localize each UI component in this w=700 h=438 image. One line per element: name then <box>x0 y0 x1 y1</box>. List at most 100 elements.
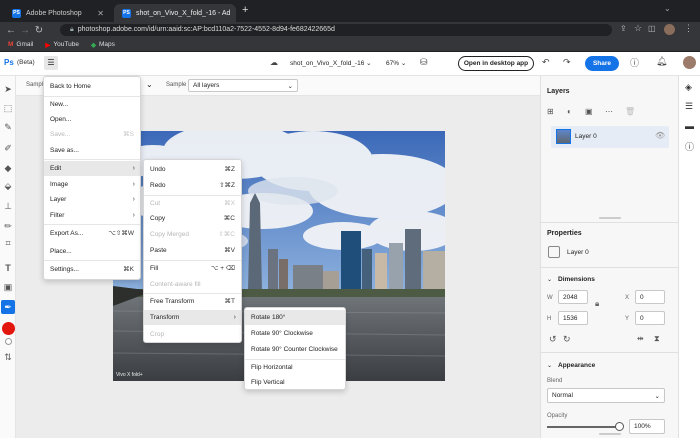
panel-resize-handle[interactable] <box>599 433 621 435</box>
user-avatar[interactable] <box>683 56 696 69</box>
menu-item-back-to-home[interactable]: Back to Home <box>44 79 140 94</box>
menu-item-paste[interactable]: Paste ⌘V <box>144 243 241 258</box>
reload-icon[interactable]: ↻ <box>32 25 46 36</box>
menu-item-fill[interactable]: Fill ⌥ + ⌫ <box>144 261 241 276</box>
menu-item-copy[interactable]: Copy ⌘C <box>144 211 241 226</box>
menu-item-export-as[interactable]: Export As... ⌥⇧⌘W <box>44 226 140 241</box>
menu-item-save[interactable]: Save... ⌘S <box>44 127 140 142</box>
menu-item-layer[interactable]: Layer › <box>44 192 140 207</box>
menu-item-image[interactable]: Image › <box>44 177 140 192</box>
document-title[interactable]: shot_on_Vivo_X_fold_-16 ⌄ <box>290 59 372 67</box>
flip-horizontal-icon[interactable]: ⇹ <box>637 334 644 343</box>
forward-arrow-icon[interactable]: → <box>18 25 32 36</box>
menu-item-content-aware-fill[interactable]: Content-aware fill <box>144 277 241 292</box>
height-field[interactable]: 1536 <box>558 311 588 325</box>
menu-item-transform[interactable]: Transform › <box>144 310 241 325</box>
profile-avatar[interactable] <box>664 24 675 35</box>
menu-item-new[interactable]: New... <box>44 97 140 112</box>
crop-icon[interactable]: ⌗ <box>3 238 13 248</box>
menu-item-cut[interactable]: Cut ⌘X <box>144 196 241 211</box>
share-page-icon[interactable]: ⇪ <box>620 24 627 33</box>
eraser-icon[interactable]: ◆ <box>3 163 13 173</box>
main-menu-icon[interactable]: ☰ <box>44 56 58 70</box>
menu-item-rotate-90-ccw[interactable]: Rotate 90° Counter Clockwise <box>245 342 345 357</box>
menu-item-place[interactable]: Place... <box>44 244 140 259</box>
link-lock-icon[interactable]: 🔒︎ <box>595 299 599 309</box>
sample-dropdown[interactable]: All layers ⌄ <box>188 79 298 92</box>
menu-item-edit[interactable]: Edit › <box>44 161 140 176</box>
menu-item-flip-horizontal[interactable]: Flip Horizontal <box>245 360 345 375</box>
close-icon[interactable]: ✕ <box>235 9 236 18</box>
bookmark-gmail[interactable]: M Gmail <box>8 41 33 48</box>
zoom-dropdown[interactable]: 67% ⌄ <box>386 59 406 67</box>
select-tool-icon[interactable]: ⬚ <box>3 103 13 113</box>
comments-icon[interactable]: ▬ <box>685 121 694 131</box>
menu-item-flip-vertical[interactable]: Flip Vertical <box>245 375 345 390</box>
new-tab-button[interactable]: + <box>242 4 248 16</box>
eyedropper-icon[interactable]: ✒ <box>1 300 15 314</box>
chrome-menu-icon[interactable]: ⋮ <box>684 23 693 34</box>
redo-icon[interactable]: ↷ <box>563 57 571 68</box>
y-field[interactable]: 0 <box>635 311 665 325</box>
browser-tab-active[interactable]: PS shot_on_Vivo_X_fold_-16 - Ad ✕ <box>114 4 236 22</box>
clone-stamp-icon[interactable]: ⊥ <box>3 201 13 211</box>
mask-icon[interactable]: ▣ <box>585 107 593 116</box>
extensions-icon[interactable]: ◫ <box>648 24 656 33</box>
opacity-slider-track[interactable] <box>547 426 619 428</box>
menu-item-undo[interactable]: Undo ⌘Z <box>144 162 241 177</box>
more-options-icon[interactable]: ⋯ <box>605 107 613 116</box>
undo-icon[interactable]: ↶ <box>542 57 550 68</box>
menu-item-free-transform[interactable]: Free Transform ⌘T <box>144 294 241 309</box>
back-arrow-icon[interactable]: ← <box>4 25 18 36</box>
adjustments-icon[interactable]: ☰ <box>685 101 693 112</box>
menu-item-rotate-90-cw[interactable]: Rotate 90° Clockwise <box>245 326 345 341</box>
tab-search-icon[interactable]: ⌄ <box>664 4 671 13</box>
flip-vertical-icon[interactable]: ⧗ <box>654 334 660 344</box>
rotate-right-icon[interactable]: ↻ <box>563 334 571 345</box>
panel-resize-handle[interactable] <box>599 217 621 219</box>
menu-item-filter[interactable]: Filter › <box>44 208 140 223</box>
healing-brush-icon[interactable]: ✐ <box>3 143 13 153</box>
notifications-icon[interactable]: 🔔︎ <box>656 56 667 67</box>
menu-item-crop[interactable]: Crop <box>144 327 241 342</box>
type-tool-icon[interactable]: T <box>3 263 13 273</box>
share-button[interactable]: Share <box>585 56 619 71</box>
browser-tab[interactable]: PS Adobe Photoshop ✕ <box>4 4 112 22</box>
shape-tool-icon[interactable]: ▣ <box>3 282 13 292</box>
paint-bucket-icon[interactable]: ⬙ <box>3 181 13 191</box>
brush-icon[interactable]: ✏ <box>3 221 13 231</box>
layer-row[interactable]: Layer 0 👁︎ <box>551 126 669 148</box>
add-layer-icon[interactable]: ⊞ <box>547 107 554 116</box>
close-icon[interactable]: ✕ <box>97 9 104 18</box>
chevron-down-icon[interactable]: ⌄ <box>547 362 552 369</box>
menu-item-rotate-180[interactable]: Rotate 180° <box>245 310 345 325</box>
adjustment-layer-icon[interactable]: ◐ <box>567 107 572 116</box>
address-bar[interactable]: 🔒︎ photoshop.adobe.com/id/urn:aaid:sc:AP:… <box>60 24 612 36</box>
menu-item-save-as[interactable]: Save as... <box>44 143 140 158</box>
menu-item-settings[interactable]: Settings... ⌘K <box>44 262 140 277</box>
menu-item-open[interactable]: Open... <box>44 112 140 127</box>
swap-colors-icon[interactable]: ⇅ <box>3 352 13 362</box>
layers-panel-icon[interactable]: ◈ <box>685 82 692 93</box>
foreground-color-swatch[interactable] <box>2 322 15 335</box>
background-color-swatch[interactable] <box>5 338 12 345</box>
quick-select-icon[interactable]: ✎ <box>3 122 13 132</box>
x-field[interactable]: 0 <box>635 290 665 304</box>
blend-mode-dropdown[interactable]: Normal ⌄ <box>547 388 665 403</box>
menu-item-copy-merged[interactable]: Copy Merged ⇧⌘C <box>144 227 241 242</box>
rotate-left-icon[interactable]: ↺ <box>549 334 557 345</box>
opacity-slider-handle[interactable] <box>615 422 624 431</box>
move-tool-icon[interactable]: ➤ <box>3 84 13 94</box>
chevron-down-icon[interactable]: ⌄ <box>146 80 153 89</box>
delete-icon[interactable]: 🗑︎ <box>625 107 635 116</box>
chevron-down-icon[interactable]: ⌄ <box>547 276 552 283</box>
opacity-field[interactable]: 100% <box>629 419 665 434</box>
visibility-eye-icon[interactable]: 👁︎ <box>655 131 665 140</box>
info-icon[interactable]: ⓘ <box>685 140 694 153</box>
bookmark-youtube[interactable]: ▶ YouTube <box>45 41 79 49</box>
open-in-desktop-button[interactable]: Open in desktop app <box>458 56 534 71</box>
help-icon[interactable]: ⓘ <box>630 56 639 69</box>
star-icon[interactable]: ☆ <box>634 23 642 34</box>
width-field[interactable]: 2048 <box>558 290 588 304</box>
bookmark-maps[interactable]: ◆ Maps <box>91 41 115 49</box>
